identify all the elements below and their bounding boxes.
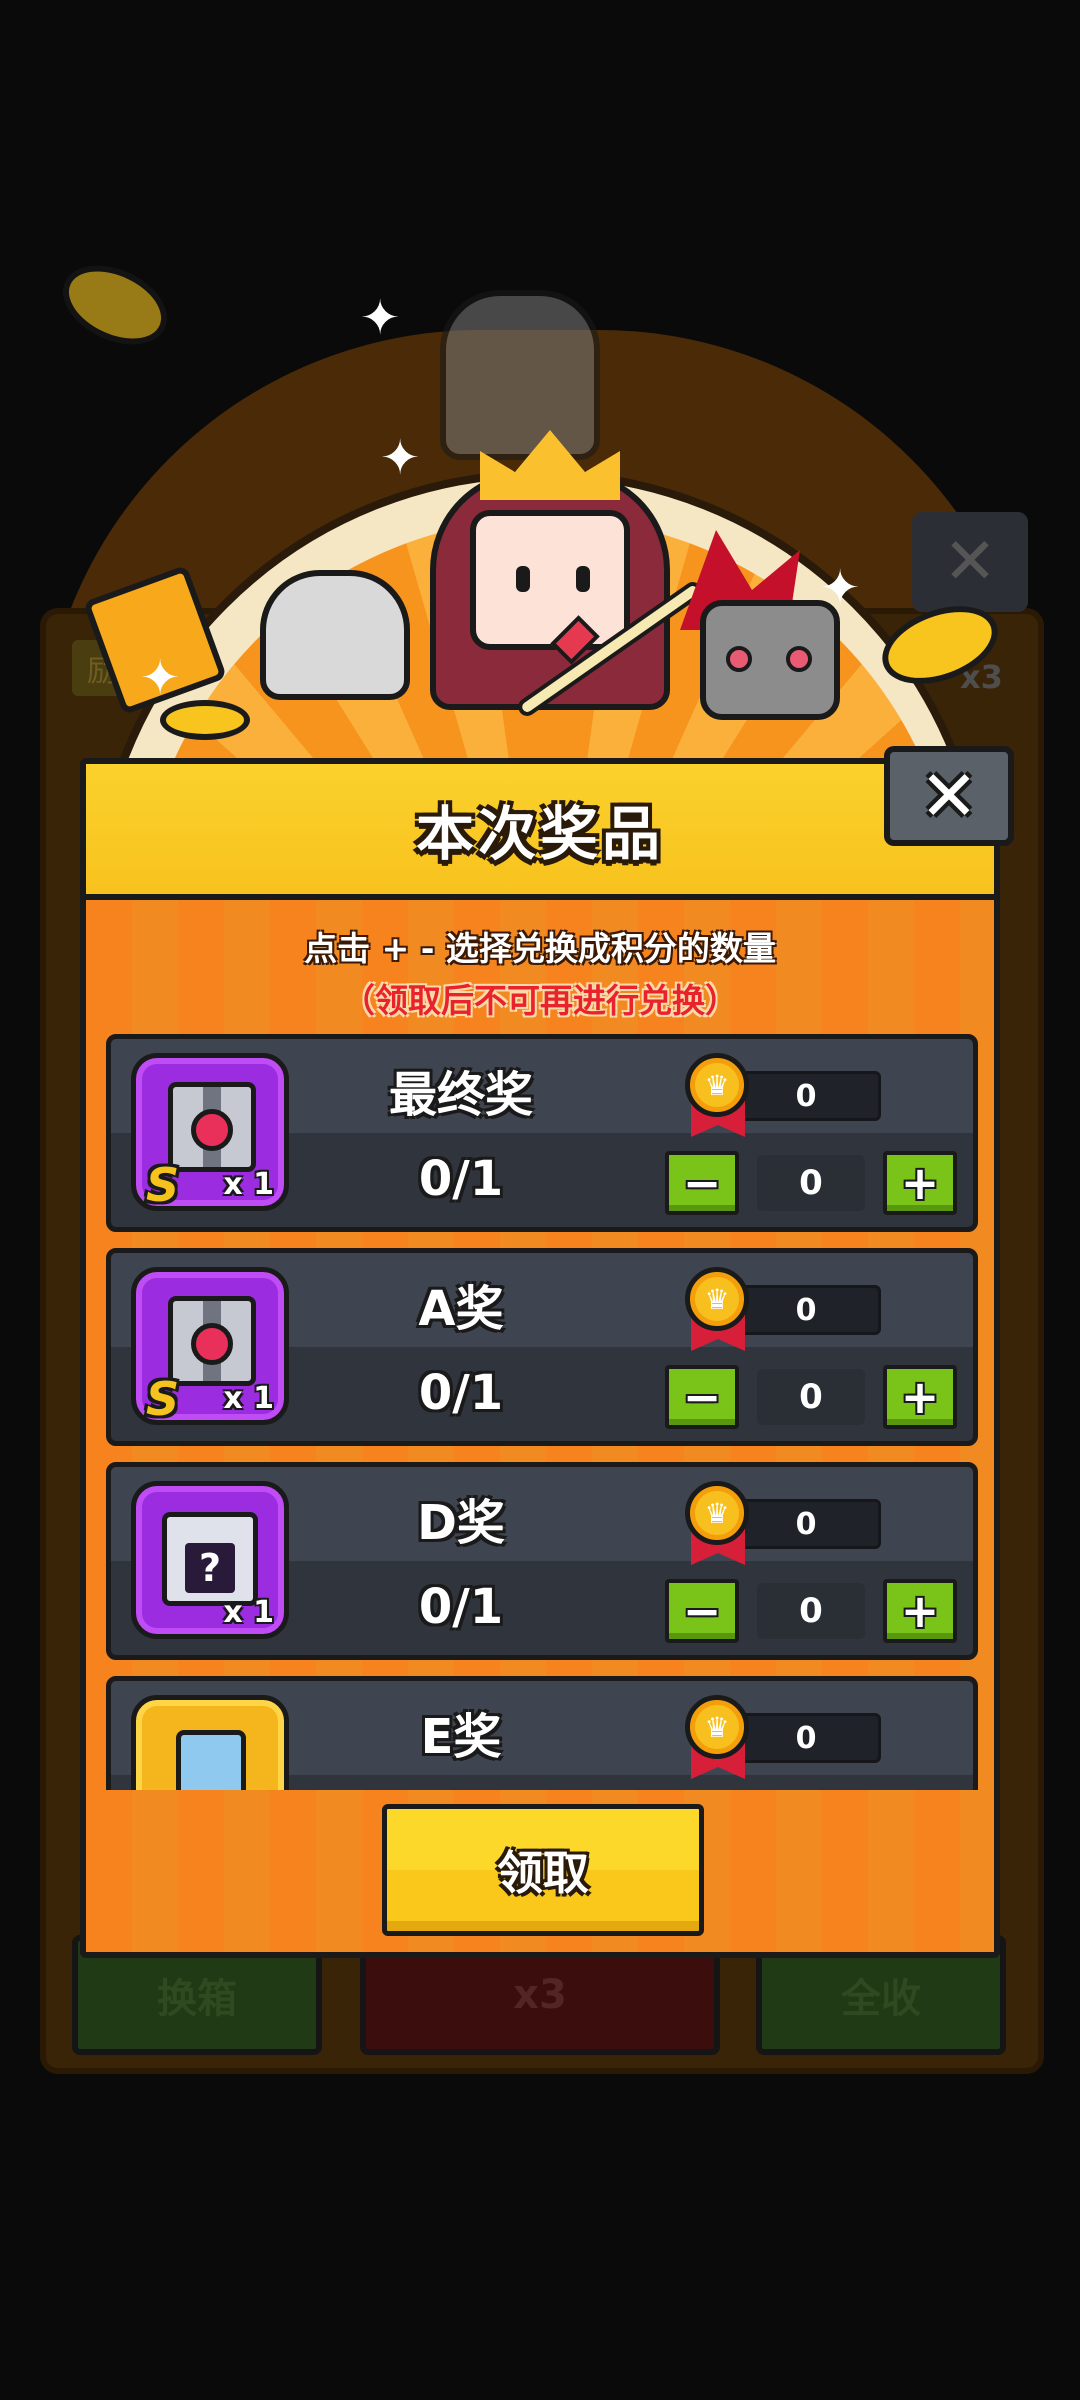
prize-progress: 0/1	[418, 1579, 504, 1635]
prize-name: 最终奖	[388, 1067, 533, 1123]
prize-name: E奖	[420, 1709, 502, 1765]
prize-row-a: S x 1 A奖 0/1 0 ♛ − 0 +	[106, 1248, 978, 1446]
prize-progress: 0/1	[418, 1365, 504, 1421]
grade-badge: S	[146, 1158, 180, 1212]
modal-header: 本次奖品	[86, 764, 994, 900]
prize-hero-illustration: ✦ ✦ ✦ ✦	[50, 230, 1020, 990]
decrease-button[interactable]: −	[665, 1365, 739, 1429]
decrease-button[interactable]: −	[665, 1151, 739, 1215]
prize-row-e: E奖 0 ♛	[106, 1676, 978, 1790]
claim-button[interactable]: 领取	[382, 1804, 704, 1936]
increase-button[interactable]: +	[883, 1579, 957, 1643]
close-icon: ✕	[919, 755, 979, 837]
medal-icon: ♛	[681, 1481, 755, 1571]
increase-button[interactable]: +	[883, 1365, 957, 1429]
prize-quantity: x 1	[223, 1595, 274, 1630]
treasure-chest-icon: S x 1	[131, 1267, 289, 1426]
coin-icon	[160, 700, 250, 740]
instruction-text: 点击 + - 选择兑换成积分的数量	[304, 929, 776, 968]
prize-row-d: ? x 1 D奖 0/1 0 ♛ − 0 +	[106, 1462, 978, 1660]
treasure-chest-icon: S x 1	[131, 1053, 289, 1212]
sparkle-icon: ✦	[380, 430, 421, 486]
coin-icon	[50, 250, 180, 360]
warning-text: （领取后不可再进行兑换）	[342, 981, 738, 1020]
prize-list[interactable]: S x 1 最终奖 0/1 0 ♛ − 0 + S x 1 A奖 0/1 0 ♛…	[106, 1034, 978, 1790]
cat-character	[260, 570, 410, 700]
prize-modal: 本次奖品 点击 + - 选择兑换成积分的数量 （领取后不可再进行兑换） S x …	[80, 758, 1000, 1958]
prize-progress: 0/1	[418, 1151, 504, 1207]
quantity-value: 0	[757, 1369, 865, 1425]
sparkle-icon: ✦	[360, 290, 401, 346]
key-item-icon	[131, 1695, 289, 1790]
mystery-box-icon: ? x 1	[131, 1481, 289, 1639]
prize-quantity: x 1	[223, 1381, 274, 1416]
grade-badge: S	[146, 1372, 180, 1426]
prize-quantity: x 1	[223, 1167, 274, 1202]
decrease-button[interactable]: −	[665, 1579, 739, 1643]
sparkle-icon: ✦	[140, 650, 181, 706]
increase-button[interactable]: +	[883, 1151, 957, 1215]
quantity-value: 0	[757, 1583, 865, 1639]
prize-row-final: S x 1 最终奖 0/1 0 ♛ − 0 +	[106, 1034, 978, 1232]
robot-character	[700, 600, 840, 720]
medal-icon: ♛	[681, 1695, 755, 1785]
prize-name: D奖	[417, 1495, 505, 1551]
quantity-value: 0	[757, 1155, 865, 1211]
medal-icon: ♛	[681, 1053, 755, 1143]
prize-name: A奖	[418, 1281, 504, 1337]
close-button[interactable]: ✕	[884, 746, 1014, 846]
princess-character	[430, 430, 670, 720]
claim-label: 领取	[497, 1846, 589, 1900]
crown-icon	[480, 430, 620, 500]
modal-title: 本次奖品	[415, 800, 664, 868]
medal-icon: ♛	[681, 1267, 755, 1357]
sparkle-icon: ✦	[820, 560, 861, 616]
